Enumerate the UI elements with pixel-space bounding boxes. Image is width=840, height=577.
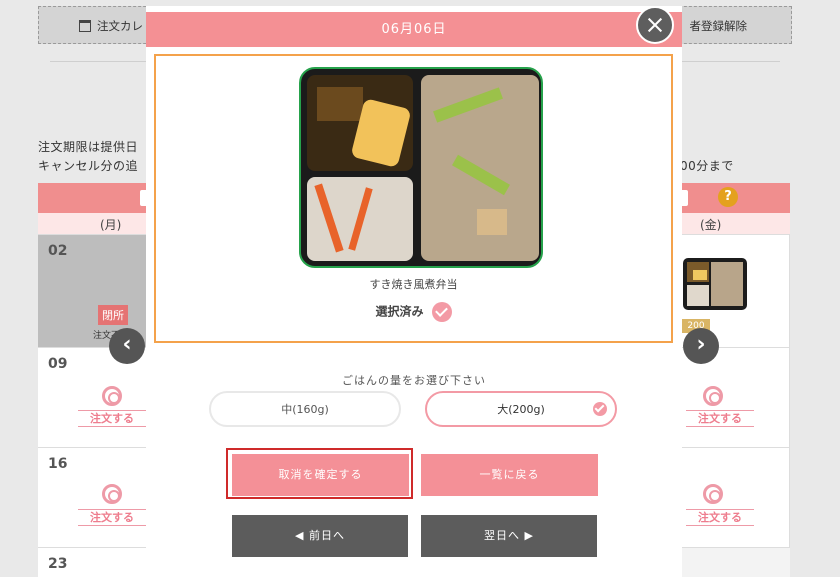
calendar-cell[interactable]: 注文する (678, 448, 790, 548)
check-icon (593, 402, 607, 416)
rice-option-large[interactable]: 大(200g) (425, 391, 617, 427)
meal-thumbnail[interactable] (683, 258, 747, 310)
calendar-cell[interactable]: 16 注文する (38, 448, 148, 548)
rice-option-large-label: 大(200g) (497, 403, 545, 416)
selected-label: 選択済み (375, 304, 424, 319)
selected-meal-card[interactable]: すき焼き風煮弁当 選択済み (154, 54, 673, 343)
cancel-note-time: 00分まで (680, 159, 734, 173)
rice-amount-prompt: ごはんの量をお選び下さい (342, 374, 486, 387)
weekday-monday: (月) (100, 218, 122, 232)
next-day-button[interactable]: 翌日へ ▶ (421, 515, 597, 557)
rice-option-medium[interactable]: 中(160g) (209, 391, 401, 427)
check-icon (431, 302, 452, 322)
nav-unregister[interactable]: 者登録解除 (690, 18, 748, 34)
modal-date-title: 06月06日 (146, 12, 682, 47)
order-ribbon[interactable]: 注文する (78, 509, 146, 526)
closed-badge: 閉所 (98, 305, 128, 325)
day-number: 16 (48, 456, 68, 472)
meal-name: すき焼き風煮弁当 (369, 278, 458, 291)
nav-order-calendar[interactable]: 注文カレ (79, 18, 143, 34)
order-circle-icon (102, 484, 122, 504)
prev-day-button[interactable]: ◀ 前日へ (232, 515, 408, 557)
order-deadline-note: 注文期限は提供日 (38, 140, 139, 154)
weekday-friday: (金) (700, 218, 722, 232)
cancel-note: キャンセル分の追 (38, 159, 139, 173)
day-number: 02 (48, 243, 68, 259)
order-circle-icon (102, 386, 122, 406)
prev-week-arrow-icon[interactable]: ‹ (109, 328, 145, 364)
back-to-list-button[interactable]: 一覧に戻る (421, 454, 598, 496)
bento-food (317, 87, 363, 121)
bento-image (299, 67, 543, 268)
next-week-arrow-icon[interactable]: › (683, 328, 719, 364)
selected-status: 選択済み (156, 302, 671, 322)
help-icon[interactable]: ? (718, 187, 738, 207)
order-ribbon[interactable]: 注文する (686, 509, 754, 526)
order-circle-icon (703, 386, 723, 406)
calendar-cell[interactable]: 23 (38, 548, 148, 577)
meal-detail-modal: 06月06日 すき焼き風煮弁当 選択済み ごはんの量をお選び下さい 中(160g… (146, 6, 682, 577)
day-number: 09 (48, 356, 68, 372)
order-circle-icon (703, 484, 723, 504)
calendar-icon (79, 20, 91, 32)
day-number: 23 (48, 556, 68, 572)
bento-tofu (477, 209, 507, 235)
nav-order-calendar-label: 注文カレ (97, 19, 143, 33)
order-ribbon[interactable]: 注文する (686, 410, 754, 427)
close-icon[interactable] (636, 6, 674, 44)
confirm-cancel-button[interactable]: 取消を確定する (232, 454, 409, 496)
order-ribbon[interactable]: 注文する (78, 410, 146, 427)
